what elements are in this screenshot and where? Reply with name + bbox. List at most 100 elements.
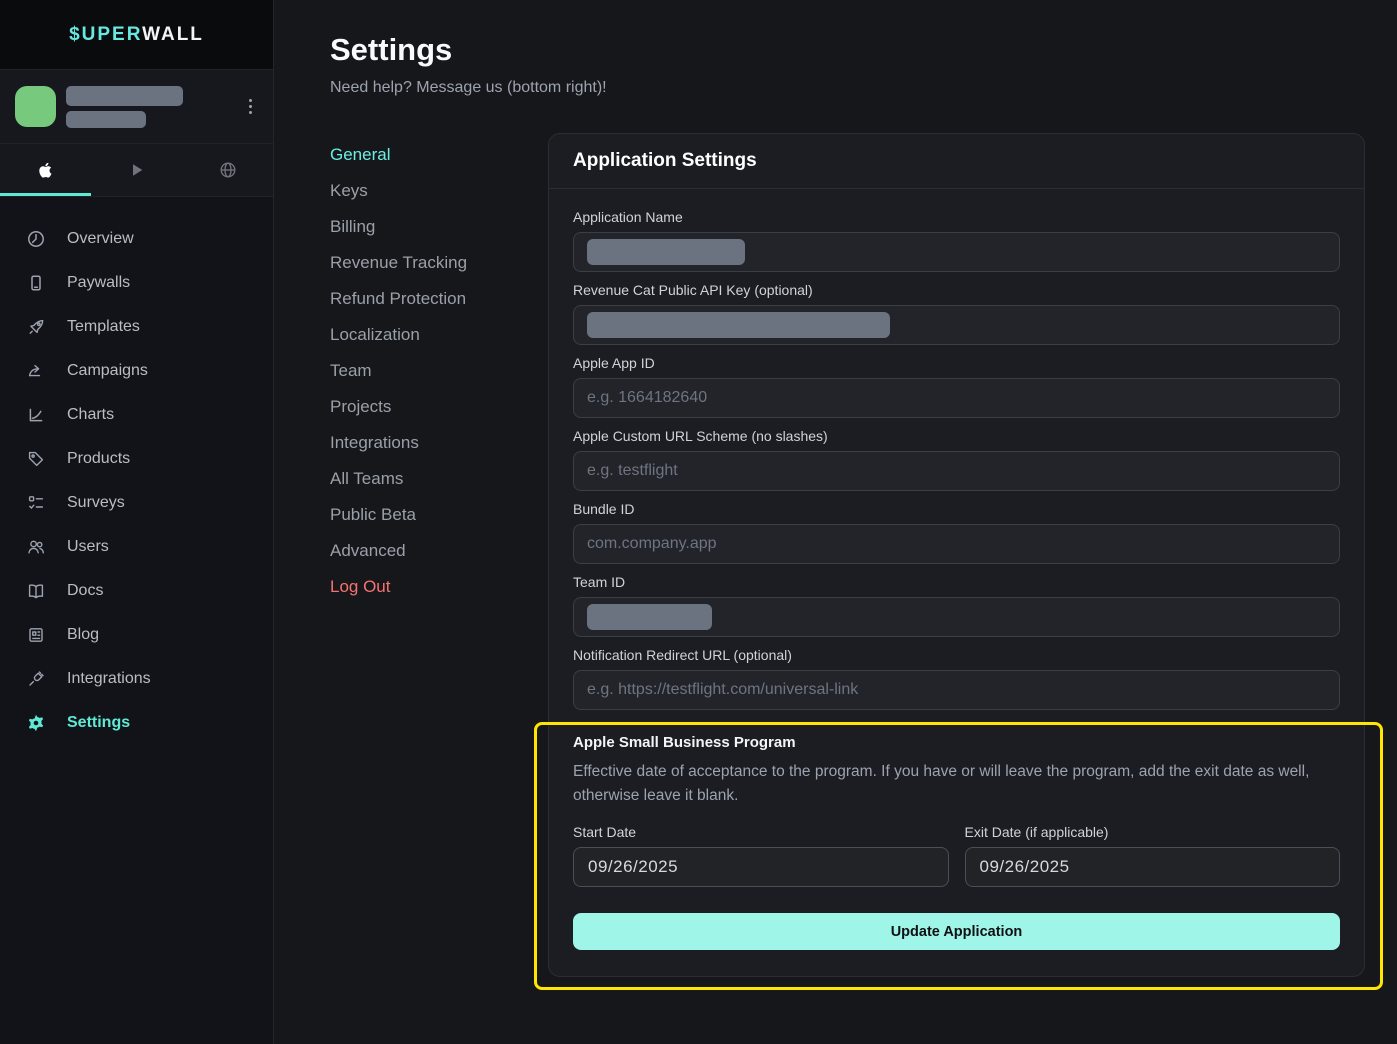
application-name-input[interactable] [573,232,1340,272]
apple-icon [36,160,56,180]
gear-icon [26,713,46,733]
settings-nav-localization[interactable]: Localization [330,317,548,353]
sidebar-item-products[interactable]: Products [0,437,273,481]
main-content: Settings Need help? Message us (bottom r… [274,0,1397,1044]
sidebar-item-integrations[interactable]: Integrations [0,657,273,701]
tab-play[interactable] [91,144,182,196]
tab-apple[interactable] [0,144,91,196]
checklist-icon [26,493,46,513]
sbp-description: Effective date of acceptance to the prog… [573,760,1340,808]
notification-redirect-url-label: Notification Redirect URL (optional) [573,647,1340,663]
sidebar-item-label: Users [67,538,109,556]
settings-nav-refund-protection[interactable]: Refund Protection [330,281,548,317]
exit-date-field: Exit Date (if applicable) [965,824,1341,887]
team-id-input[interactable] [573,597,1340,637]
sidebar-item-label: Docs [67,582,103,600]
apple-app-id-input[interactable] [573,378,1340,418]
bundle-id-input[interactable] [573,524,1340,564]
field-application-name: Application Name [573,209,1340,272]
sidebar-item-templates[interactable]: Templates [0,305,273,349]
rocket-icon [26,317,46,337]
content-row: General Keys Billing Revenue Tracking Re… [274,133,1397,977]
settings-nav-public-beta[interactable]: Public Beta [330,497,548,533]
logo-suffix: WALL [142,24,204,45]
tag-icon [26,449,46,469]
application-settings-card: Application Settings Application Name Re… [548,133,1365,977]
notification-redirect-url-input[interactable] [573,670,1340,710]
sidebar-item-overview[interactable]: Overview [0,217,273,261]
users-icon [26,537,46,557]
tab-web[interactable] [182,144,273,196]
settings-nav-log-out[interactable]: Log Out [330,569,548,605]
update-application-button[interactable]: Update Application [573,913,1340,950]
account-subtitle-redacted [66,111,146,128]
globe-icon [218,160,238,180]
sidebar: $UPERWALL Overview [0,0,274,1044]
sidebar-item-label: Blog [67,626,99,644]
sbp-title: Apple Small Business Program [573,734,1340,752]
settings-nav-general[interactable]: General [330,137,548,173]
page-subtitle: Need help? Message us (bottom right)! [330,78,1397,97]
apple-url-scheme-label: Apple Custom URL Scheme (no slashes) [573,428,1340,444]
sidebar-item-charts[interactable]: Charts [0,393,273,437]
redacted-value [587,239,745,265]
settings-nav-keys[interactable]: Keys [330,173,548,209]
sidebar-item-label: Settings [67,714,130,732]
settings-nav: General Keys Billing Revenue Tracking Re… [330,133,548,605]
account-info [66,86,243,128]
team-id-label: Team ID [573,574,1340,590]
platform-tabs [0,144,273,197]
sidebar-item-blog[interactable]: Blog [0,613,273,657]
settings-nav-team[interactable]: Team [330,353,548,389]
redacted-value [587,312,890,338]
field-apple-app-id: Apple App ID [573,355,1340,418]
settings-nav-revenue-tracking[interactable]: Revenue Tracking [330,245,548,281]
sidebar-item-campaigns[interactable]: Campaigns [0,349,273,393]
sidebar-item-paywalls[interactable]: Paywalls [0,261,273,305]
play-icon [127,160,147,180]
sidebar-item-settings[interactable]: Settings [0,701,273,745]
sbp-date-row: Start Date Exit Date (if applicable) [573,824,1340,887]
field-notification-redirect-url: Notification Redirect URL (optional) [573,647,1340,710]
kebab-menu-icon[interactable] [243,93,258,120]
field-apple-url-scheme: Apple Custom URL Scheme (no slashes) [573,428,1340,491]
apple-app-id-label: Apple App ID [573,355,1340,371]
bundle-id-label: Bundle ID [573,501,1340,517]
settings-nav-all-teams[interactable]: All Teams [330,461,548,497]
revenuecat-api-key-input[interactable] [573,305,1340,345]
card-title: Application Settings [549,134,1364,189]
avatar[interactable] [15,86,56,127]
book-icon [26,581,46,601]
settings-nav-advanced[interactable]: Advanced [330,533,548,569]
page-header: Settings Need help? Message us (bottom r… [274,0,1397,97]
superwall-logo[interactable]: $UPERWALL [69,24,204,46]
newspaper-icon [26,625,46,645]
start-date-input[interactable] [573,847,949,887]
sidebar-item-label: Overview [67,230,134,248]
sidebar-item-users[interactable]: Users [0,525,273,569]
account-row[interactable] [0,70,273,144]
start-date-field: Start Date [573,824,949,887]
card-body: Application Name Revenue Cat Public API … [549,189,1364,976]
exit-date-input[interactable] [965,847,1341,887]
sidebar-item-surveys[interactable]: Surveys [0,481,273,525]
field-bundle-id: Bundle ID [573,501,1340,564]
settings-nav-integrations[interactable]: Integrations [330,425,548,461]
redacted-value [587,604,712,630]
exit-date-label: Exit Date (if applicable) [965,824,1341,840]
settings-nav-billing[interactable]: Billing [330,209,548,245]
sidebar-item-docs[interactable]: Docs [0,569,273,613]
field-team-id: Team ID [573,574,1340,637]
logo-block: $UPERWALL [0,0,273,70]
revenuecat-api-key-label: Revenue Cat Public API Key (optional) [573,282,1340,298]
sidebar-item-label: Campaigns [67,362,148,380]
field-revenuecat-api-key: Revenue Cat Public API Key (optional) [573,282,1340,345]
settings-nav-projects[interactable]: Projects [330,389,548,425]
sidebar-item-label: Templates [67,318,140,336]
sidebar-item-label: Products [67,450,130,468]
start-date-label: Start Date [573,824,949,840]
logo-prefix: $UPER [69,24,142,45]
plug-icon [26,669,46,689]
apple-url-scheme-input[interactable] [573,451,1340,491]
apple-small-business-program-section: Apple Small Business Program Effective d… [573,734,1340,950]
